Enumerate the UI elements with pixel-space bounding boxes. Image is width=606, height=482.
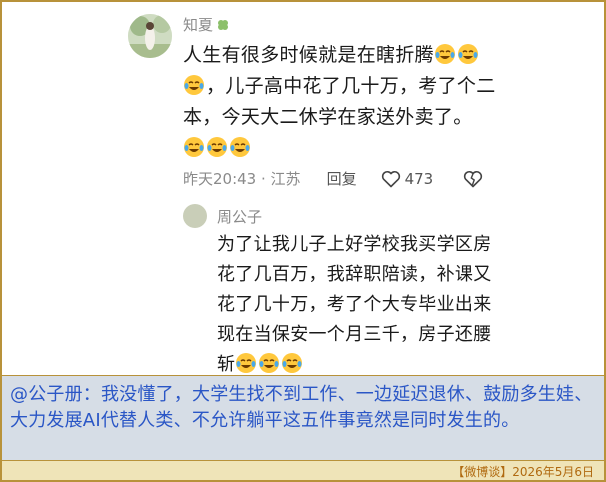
reply-button[interactable]: 回复 — [327, 168, 357, 189]
crying-laughing-emoji-icon — [184, 137, 204, 157]
comment-text-part2: ，儿子高中花了几十万，考了个二本，今天大二休学在家送外卖了。 — [183, 75, 496, 128]
crying-laughing-emoji-icon — [207, 137, 227, 157]
meta-separator: · — [256, 169, 271, 188]
comment-1-meta: 昨天20:43 · 江苏 回复 473 — [183, 168, 483, 189]
crying-laughing-emoji-icon — [282, 353, 303, 373]
avatar[interactable] — [128, 14, 172, 58]
avatar[interactable] — [183, 204, 207, 228]
clover-icon — [218, 19, 229, 30]
comment-2-text: 为了让我儿子上好学校我买学区房花了几百万，我辞职陪读，补课又花了几十万，考了个大… — [217, 230, 507, 380]
crying-laughing-emoji-icon — [457, 44, 478, 64]
crying-laughing-emoji-icon — [230, 137, 250, 157]
footer-bar: 【微博谈】2026年5月6日 — [2, 460, 604, 480]
crying-laughing-emoji-icon — [259, 353, 280, 373]
caption-text: @公子册：我没懂了，大学生找不到工作、一边延迟退休、鼓励多生娃、大力发展AI代替… — [10, 384, 593, 431]
footer-source-date: 【微博谈】2026年5月6日 — [452, 465, 594, 479]
broken-heart-icon — [464, 170, 483, 187]
crying-laughing-emoji-icon — [434, 44, 455, 64]
dislike-button[interactable] — [463, 170, 483, 188]
timestamp: 昨天20:43 — [183, 170, 257, 188]
like-count: 473 — [404, 169, 434, 188]
avatar-image — [128, 14, 172, 58]
crying-laughing-emoji-icon — [184, 75, 204, 95]
comment-1-text: 人生有很多时候就是在瞎折腾 ，儿子高中花了几十万，考了个二本，今天大二休学在家送外… — [183, 40, 503, 164]
screenshot-frame: 知夏 人生有很多时候就是在瞎折腾 ，儿子高中花了几十万，考了个二本，今天大二休学在… — [0, 0, 606, 482]
heart-icon — [381, 170, 400, 187]
location: 江苏 — [270, 170, 301, 188]
username-text[interactable]: 知夏 — [183, 14, 213, 35]
crying-laughing-emoji-icon — [236, 353, 257, 373]
like-button[interactable]: 473 — [381, 169, 434, 188]
comment-1-username[interactable]: 知夏 — [183, 14, 230, 35]
comment-text-part1: 人生有很多时候就是在瞎折腾 — [183, 44, 434, 66]
comment-2-username[interactable]: 周公子 — [217, 206, 262, 227]
caption-box: @公子册：我没懂了，大学生找不到工作、一边延迟退休、鼓励多生娃、大力发展AI代替… — [2, 375, 604, 461]
